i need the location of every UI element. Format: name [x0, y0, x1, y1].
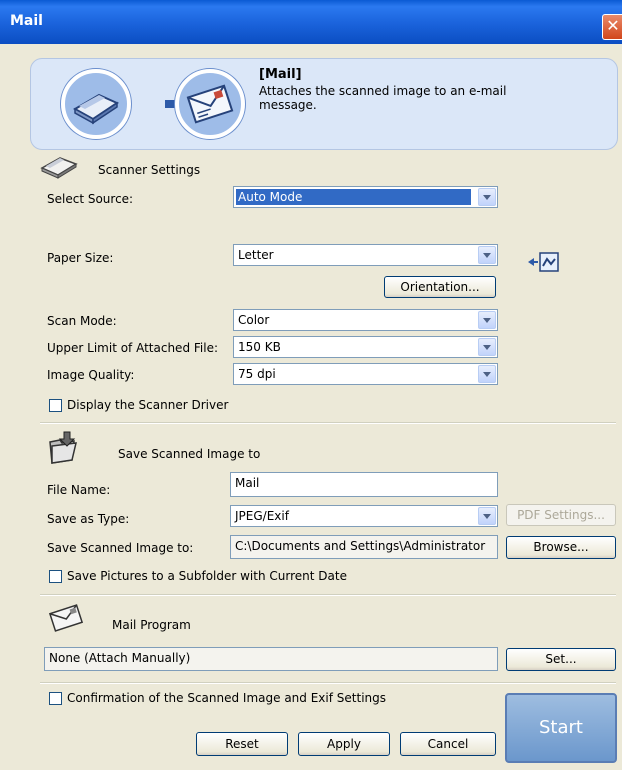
upper-limit-label: Upper Limit of Attached File: [47, 341, 218, 355]
display-driver-label: Display the Scanner Driver [67, 398, 229, 412]
chevron-down-icon[interactable] [478, 188, 496, 206]
scan-mode-dropdown[interactable]: Color [233, 309, 498, 331]
title-bar[interactable]: Mail ✕ [0, 0, 622, 44]
paper-size-dropdown[interactable]: Letter [233, 244, 498, 266]
window-title: Mail [10, 13, 43, 29]
image-quality-label: Image Quality: [47, 368, 135, 382]
scan-mode-value: Color [238, 313, 270, 327]
save-type-label: Save as Type: [47, 512, 130, 526]
display-driver-checkbox[interactable] [49, 399, 62, 412]
close-icon: ✕ [606, 16, 620, 35]
scanner-settings-icon [40, 157, 78, 179]
save-path-value: C:\Documents and Settings\Administrator [235, 539, 486, 553]
file-name-value: Mail [235, 476, 260, 490]
image-quality-value: 75 dpi [238, 367, 276, 381]
mail-program-icon [48, 604, 84, 632]
scanner-settings-heading: Scanner Settings [98, 163, 201, 177]
orientation-button[interactable]: Orientation... [384, 276, 496, 298]
section-divider [40, 682, 616, 684]
banner-title: [Mail] [259, 67, 302, 82]
chevron-down-icon[interactable] [478, 365, 496, 383]
subfolder-checkbox[interactable] [49, 570, 62, 583]
save-path-field: C:\Documents and Settings\Administrator [230, 535, 498, 559]
apply-button[interactable]: Apply [298, 732, 390, 756]
scan-mode-label: Scan Mode: [47, 314, 117, 328]
chevron-down-icon[interactable] [478, 507, 496, 525]
browse-button[interactable]: Browse... [506, 536, 616, 559]
mail-icon [175, 69, 245, 139]
select-source-label: Select Source: [47, 192, 134, 206]
header-banner: [Mail] Attaches the scanned image to an … [30, 58, 618, 150]
mail-program-heading: Mail Program [112, 618, 191, 632]
subfolder-label: Save Pictures to a Subfolder with Curren… [67, 569, 347, 583]
set-button[interactable]: Set... [506, 648, 616, 671]
chevron-down-icon[interactable] [478, 338, 496, 356]
save-section-heading: Save Scanned Image to [118, 447, 261, 461]
image-quality-dropdown[interactable]: 75 dpi [233, 363, 498, 385]
cancel-button[interactable]: Cancel [400, 732, 496, 756]
mail-program-field: None (Attach Manually) [44, 647, 498, 671]
section-divider [40, 594, 616, 596]
chevron-down-icon[interactable] [478, 246, 496, 264]
file-name-label: File Name: [47, 483, 111, 497]
chevron-down-icon[interactable] [478, 311, 496, 329]
confirmation-checkbox[interactable] [49, 692, 62, 705]
paper-size-label: Paper Size: [47, 251, 114, 265]
save-to-label: Save Scanned Image to: [47, 541, 194, 555]
start-button[interactable]: Start [505, 693, 617, 763]
save-type-value: JPEG/Exif [235, 509, 289, 523]
upper-limit-value: 150 KB [238, 340, 281, 354]
save-folder-icon [49, 431, 77, 464]
file-name-input[interactable]: Mail [230, 472, 498, 497]
upper-limit-dropdown[interactable]: 150 KB [233, 336, 498, 358]
reset-button[interactable]: Reset [196, 732, 288, 756]
paper-orientation-icon [528, 252, 559, 272]
select-source-dropdown[interactable]: Auto Mode [233, 186, 498, 208]
close-button[interactable]: ✕ [602, 14, 622, 40]
select-source-value: Auto Mode [236, 189, 471, 205]
scanner-icon [61, 69, 131, 139]
banner-description: Attaches the scanned image to an e-mail … [259, 84, 507, 112]
mail-program-value: None (Attach Manually) [49, 651, 191, 665]
pdf-settings-button[interactable]: PDF Settings... [506, 504, 616, 526]
section-divider [40, 422, 616, 424]
paper-size-value: Letter [238, 248, 274, 262]
save-type-dropdown[interactable]: JPEG/Exif [230, 505, 498, 527]
confirmation-label: Confirmation of the Scanned Image and Ex… [67, 691, 386, 705]
